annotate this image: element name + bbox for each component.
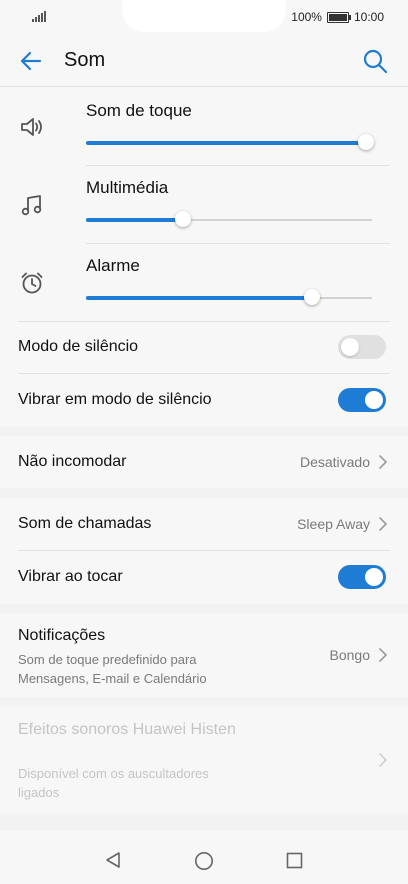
dnd-card[interactable]: Não incomodar Desativado <box>0 436 408 488</box>
status-right: 100% 10:00 <box>291 10 384 24</box>
notifications-label: Notificações <box>18 627 106 644</box>
ring-volume-fill <box>86 141 367 145</box>
chevron-right-icon <box>379 455 387 469</box>
ring-volume-thumb[interactable] <box>358 134 375 150</box>
media-volume-row: Multimédia <box>0 165 408 243</box>
silent-mode-row[interactable]: Modo de silêncio <box>0 321 408 373</box>
nav-home-icon[interactable] <box>194 851 214 871</box>
chevron-right-icon <box>379 753 387 767</box>
vibrate-silent-row[interactable]: Vibrar em modo de silêncio <box>0 374 408 427</box>
vibrate-silent-label: Vibrar em modo de silêncio <box>18 391 212 408</box>
chevron-right-icon <box>379 648 387 662</box>
alarm-volume-label: Alarme <box>86 256 140 275</box>
status-bar: 100% 10:00 <box>0 0 408 34</box>
clock: 10:00 <box>353 10 384 24</box>
battery-icon <box>326 11 351 23</box>
navigation-bar <box>0 830 408 884</box>
ringtone-card: Som de chamadas Sleep Away Vibrar ao toc… <box>0 498 408 604</box>
ringtone-label: Som de chamadas <box>18 515 152 532</box>
volume-card: Som de toque Multimédia Alarme Modo de s… <box>0 87 408 427</box>
media-volume-label: Multimédia <box>86 178 169 197</box>
nav-recents-icon[interactable] <box>286 852 303 869</box>
speaker-icon <box>21 118 42 136</box>
silent-mode-toggle[interactable] <box>338 335 386 359</box>
notifications-value: Bongo <box>329 647 370 663</box>
notifications-subtitle: Som de toque predefinido para Mensagens,… <box>18 652 207 686</box>
vibrate-ring-toggle[interactable] <box>338 565 386 589</box>
alarm-clock-icon <box>21 272 43 294</box>
vibrate-ring-label: Vibrar ao tocar <box>18 568 123 585</box>
dnd-label: Não incomodar <box>18 453 127 470</box>
media-volume-fill <box>86 218 184 222</box>
alarm-volume-fill <box>86 296 312 300</box>
toggle-knob <box>365 568 383 586</box>
battery-percent: 100% <box>291 10 322 24</box>
music-note-icon <box>21 195 42 216</box>
histen-label: Efeitos sonoros Huawei Histen <box>18 721 236 738</box>
page-title: Som <box>64 49 106 71</box>
alarm-volume-thumb[interactable] <box>303 289 320 305</box>
vibrate-silent-toggle[interactable] <box>338 388 386 412</box>
notifications-card[interactable]: Notificações Som de toque predefinido pa… <box>0 613 408 697</box>
ring-volume-row: Som de toque <box>0 87 408 165</box>
search-icon[interactable] <box>362 48 388 74</box>
alarm-volume-row: Alarme <box>0 243 408 321</box>
nav-back-icon[interactable] <box>104 851 122 869</box>
toggle-knob <box>341 338 359 356</box>
histen-card: Efeitos sonoros Huawei Histen Disponível… <box>0 707 408 813</box>
dnd-value: Desativado <box>299 454 370 470</box>
chevron-right-icon <box>379 517 387 531</box>
histen-subtitle: Disponível com os auscultadores ligados <box>18 766 209 800</box>
app-bar: Som <box>0 34 408 87</box>
back-arrow-icon[interactable] <box>18 48 44 74</box>
signal-icon <box>32 11 46 22</box>
toggle-knob <box>365 391 383 409</box>
silent-mode-label: Modo de silêncio <box>18 338 139 355</box>
ring-volume-slider[interactable] <box>86 134 375 150</box>
camera-notch <box>122 0 286 32</box>
ringtone-row[interactable]: Som de chamadas Sleep Away <box>0 498 408 550</box>
ring-volume-label: Som de toque <box>86 101 192 120</box>
media-volume-thumb[interactable] <box>175 211 192 227</box>
vibrate-ring-row[interactable]: Vibrar ao tocar <box>0 551 408 604</box>
ringtone-value: Sleep Away <box>297 516 370 532</box>
alarm-volume-slider[interactable] <box>86 289 372 305</box>
media-volume-slider[interactable] <box>86 211 372 227</box>
